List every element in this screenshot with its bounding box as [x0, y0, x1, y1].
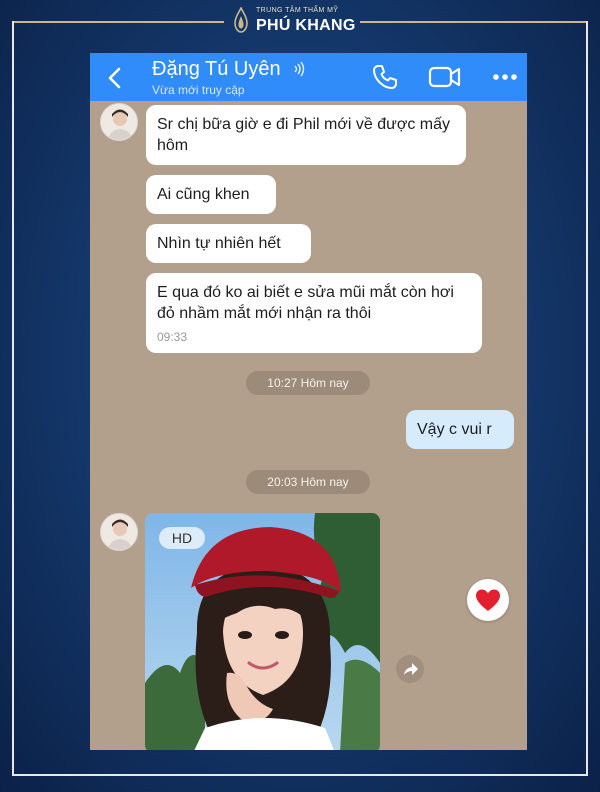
contact-status: Vừa mới truy cập — [152, 83, 245, 97]
avatar-portrait-icon — [101, 514, 137, 550]
message-text: E qua đó ko ai biết e sửa mũi mắt còn hơ… — [157, 284, 454, 322]
share-icon — [404, 663, 418, 675]
message-bubble[interactable]: Sr chị bữa giờ e đi Phil mới về được mấy… — [146, 105, 466, 165]
avatar[interactable] — [100, 513, 138, 551]
my-message-bubble[interactable]: Vậy c vui r — [406, 410, 514, 449]
time-separator: 10:27 Hôm nay — [246, 371, 370, 395]
chat-header: Đặng Tú Uyên Vừa mới truy cập — [90, 53, 527, 101]
hd-badge[interactable]: HD — [159, 527, 205, 549]
avatar-portrait-icon — [101, 104, 137, 140]
more-dots-icon[interactable] — [490, 63, 520, 91]
contact-name[interactable]: Đặng Tú Uyên — [152, 58, 281, 81]
message-bubble[interactable]: Ai cũng khen — [146, 175, 276, 214]
chevron-left-icon[interactable] — [100, 63, 130, 93]
brand-tagline: TRUNG TÂM THẨM MỸ — [256, 7, 339, 14]
photo-message[interactable]: HD — [145, 513, 380, 750]
video-camera-icon[interactable] — [428, 63, 462, 91]
phone-icon[interactable] — [371, 63, 399, 91]
message-bubble[interactable]: E qua đó ko ai biết e sửa mũi mắt còn hơ… — [146, 273, 482, 353]
time-separator: 20:03 Hôm nay — [246, 470, 370, 494]
message-text: Nhìn tự nhiên hết — [157, 235, 281, 252]
message-text: Ai cũng khen — [157, 186, 250, 203]
message-bubble[interactable]: Nhìn tự nhiên hết — [146, 224, 311, 263]
sound-wave-icon — [294, 61, 305, 77]
message-timestamp: 09:33 — [157, 330, 188, 344]
avatar[interactable] — [100, 103, 138, 141]
heart-reaction-button[interactable] — [467, 579, 509, 621]
heart-icon — [476, 589, 500, 611]
chat-screen: Đặng Tú Uyên Vừa mới truy cập Sr chị bữa… — [90, 53, 527, 750]
message-text: Sr chị bữa giờ e đi Phil mới về được mấy… — [157, 116, 450, 154]
share-button[interactable] — [396, 655, 424, 683]
message-text: Vậy c vui r — [417, 421, 492, 438]
